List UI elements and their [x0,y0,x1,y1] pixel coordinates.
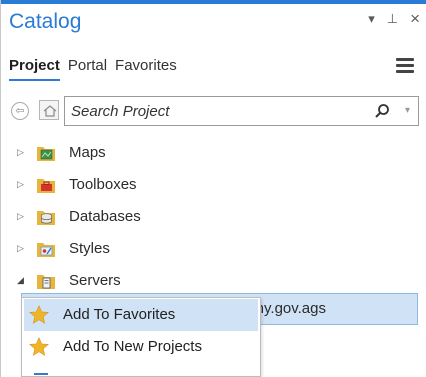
tree-item-maps[interactable]: ▷ Maps [1,138,426,170]
catalog-tabs: Project Portal Favorites [9,57,177,81]
pane-options-dropdown-icon[interactable]: ▾ [368,12,375,26]
partial-menu-item-icon [34,373,48,376]
collapse-arrow-icon[interactable]: ◢ [17,275,24,286]
expand-arrow-icon[interactable]: ▷ [17,243,24,254]
tab-favorites[interactable]: Favorites [115,57,177,81]
maps-folder-icon [36,144,56,162]
search-input[interactable]: Search Project ▾ [64,96,419,126]
close-icon[interactable]: × [410,10,420,27]
star-icon [29,305,49,329]
search-icon[interactable] [374,103,390,124]
menu-item-add-to-favorites[interactable]: Add To Favorites [24,299,258,331]
tree-item-styles[interactable]: ▷ Styles [1,234,426,266]
tree-item-label: Styles [69,240,110,257]
pin-icon[interactable]: ⊥ [387,12,398,26]
expand-arrow-icon[interactable]: ▷ [17,211,24,222]
pane-title-controls: ▾ ⊥ × [368,10,420,27]
menu-item-add-to-new-projects[interactable]: Add To New Projects [22,331,260,363]
pane-accent-bar [1,0,426,4]
search-placeholder: Search Project [71,103,170,120]
toolboxes-folder-icon [36,176,56,194]
tree-item-label: Maps [69,144,106,161]
home-icon[interactable] [39,100,59,120]
servers-folder-icon [36,272,56,290]
styles-folder-icon [36,240,56,258]
tree-item-databases[interactable]: ▷ Databases [1,202,426,234]
menu-item-label: Add To New Projects [63,338,202,355]
star-icon [29,337,49,361]
search-options-dropdown-icon[interactable]: ▾ [405,105,410,116]
tree-item-label: Servers [69,272,121,289]
back-arrow-icon[interactable]: ⇦ [11,102,29,120]
catalog-tree: ▷ Maps ▷ Toolboxes ▷ Databases ▷ Styles … [1,138,426,298]
expand-arrow-icon[interactable]: ▷ [17,147,24,158]
tab-portal[interactable]: Portal [68,57,107,81]
tab-project[interactable]: Project [9,57,60,81]
databases-folder-icon [36,208,56,226]
catalog-pane: Catalog ▾ ⊥ × Project Portal Favorites ⇦… [0,0,426,377]
tree-item-toolboxes[interactable]: ▷ Toolboxes [1,170,426,202]
tree-item-label: Databases [69,208,141,225]
pane-title: Catalog [9,10,82,33]
context-menu: Add To Favorites Add To New Projects [21,297,261,377]
menu-item-label: Add To Favorites [63,306,176,323]
hamburger-menu-icon[interactable] [396,58,414,73]
expand-arrow-icon[interactable]: ▷ [17,179,24,190]
tree-item-label: Toolboxes [69,176,137,193]
